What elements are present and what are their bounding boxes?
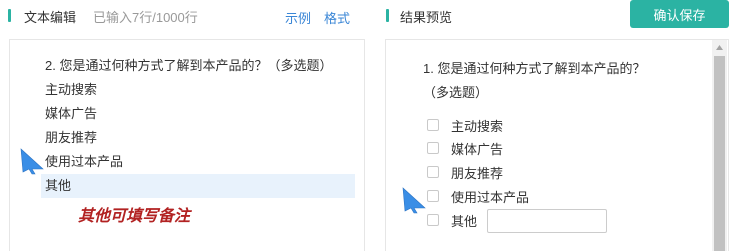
option-row[interactable]: 其他 <box>427 210 477 230</box>
option-row[interactable]: 使用过本产品 <box>427 186 529 206</box>
option-checkbox[interactable] <box>427 119 439 131</box>
option-label: 主动搜索 <box>451 118 504 134</box>
option-label: 其他 <box>451 213 478 229</box>
option-row[interactable]: 朋友推荐 <box>427 162 503 182</box>
preview-title: 结果预览 <box>400 10 453 25</box>
preview-scrollbar[interactable] <box>712 40 727 251</box>
editor-line[interactable]: 使用过本产品 <box>45 150 123 174</box>
option-label: 使用过本产品 <box>451 189 530 205</box>
section-accent-bar <box>8 9 11 22</box>
other-text-input[interactable] <box>487 209 607 233</box>
format-link[interactable]: 格式 <box>324 8 350 27</box>
editor-line[interactable]: 朋友推荐 <box>45 126 97 150</box>
section-accent-bar <box>386 9 389 22</box>
editor-title: 文本编辑 <box>24 10 77 25</box>
example-link[interactable]: 示例 <box>285 8 311 27</box>
option-row[interactable]: 主动搜索 <box>427 115 503 135</box>
blue-arrow-icon <box>20 148 44 175</box>
blue-arrow-icon <box>402 187 426 214</box>
text-editor[interactable]: 2. 您是通过何种方式了解到本产品的？（多选题） 主动搜索 媒体广告 朋友推荐 … <box>9 39 365 251</box>
option-checkbox[interactable] <box>427 142 439 154</box>
chevron-up-icon[interactable] <box>712 40 727 55</box>
editor-line[interactable]: 2. 您是通过何种方式了解到本产品的？（多选题） <box>45 54 332 78</box>
save-button[interactable]: 确认保存 <box>630 0 729 28</box>
option-label: 朋友推荐 <box>451 165 504 181</box>
line-count: 已输入7行/1000行 <box>93 10 198 25</box>
option-checkbox[interactable] <box>427 190 439 202</box>
editor-line-highlighted[interactable]: 其他 <box>41 174 355 198</box>
option-row[interactable]: 媒体广告 <box>427 138 503 158</box>
option-checkbox[interactable] <box>427 214 439 226</box>
editor-line[interactable]: 主动搜索 <box>45 78 97 102</box>
preview-question-type: （多选题） <box>423 85 489 100</box>
annotation-note: 其他可填写备注 <box>78 208 191 225</box>
editor-line[interactable]: 媒体广告 <box>45 102 97 126</box>
option-label: 媒体广告 <box>451 141 504 157</box>
preview-header: 结果预览 确认保存 <box>384 0 734 34</box>
result-preview: 1. 您是通过何种方式了解到本产品的？ （多选题） 主动搜索 媒体广告 朋友推荐… <box>385 39 729 251</box>
option-checkbox[interactable] <box>427 166 439 178</box>
preview-question-title: 1. 您是通过何种方式了解到本产品的？ <box>423 61 646 76</box>
editor-header: 文本编辑 已输入7行/1000行 示例 格式 <box>0 0 365 34</box>
scrollbar-thumb[interactable] <box>714 56 725 251</box>
